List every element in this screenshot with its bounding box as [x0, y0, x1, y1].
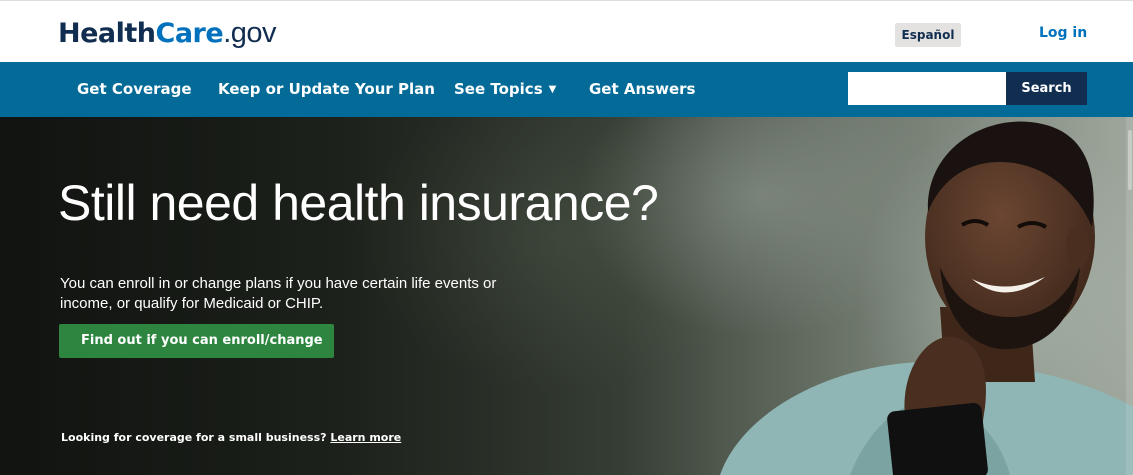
- hero-photo-smiling-man: [720, 121, 1133, 475]
- scrollbar-thumb[interactable]: [1128, 130, 1132, 190]
- nav-item-get-coverage[interactable]: Get Coverage: [77, 62, 192, 117]
- search-button[interactable]: Search: [1006, 72, 1087, 105]
- search-input[interactable]: [848, 72, 1006, 105]
- nav-item-see-topics[interactable]: See Topics ▼: [454, 62, 556, 117]
- site-header: HealthCare.gov Español Log in: [0, 0, 1133, 62]
- small-business-callout: Looking for coverage for a small busines…: [61, 431, 401, 444]
- nav-item-label: See Topics: [454, 80, 543, 98]
- hero-description: You can enroll in or change plans if you…: [60, 275, 497, 312]
- small-business-text: Looking for coverage for a small busines…: [61, 431, 327, 444]
- hero-title: Still need health insurance?: [58, 175, 659, 231]
- learn-more-link[interactable]: Learn more: [330, 431, 401, 444]
- nav-item-label: Keep or Update Your Plan: [218, 80, 435, 98]
- nav-item-keep-or-update-plan[interactable]: Keep or Update Your Plan: [218, 62, 435, 117]
- nav-item-label: Get Coverage: [77, 80, 192, 98]
- hero-banner: Still need health insurance? You can enr…: [0, 117, 1133, 475]
- enroll-change-button[interactable]: Find out if you can enroll/change: [59, 324, 334, 358]
- logo-gov-text: .gov: [223, 17, 277, 49]
- caret-down-icon: ▼: [548, 84, 557, 95]
- language-toggle-button[interactable]: Español: [895, 23, 961, 47]
- healthcare-gov-logo[interactable]: HealthCare.gov: [58, 15, 277, 52]
- logo-health-text: Health: [58, 18, 156, 49]
- logo-care-text: Care: [155, 18, 224, 49]
- login-link[interactable]: Log in: [1039, 25, 1087, 41]
- nav-item-label: Get Answers: [589, 80, 696, 98]
- nav-item-get-answers[interactable]: Get Answers: [589, 62, 695, 117]
